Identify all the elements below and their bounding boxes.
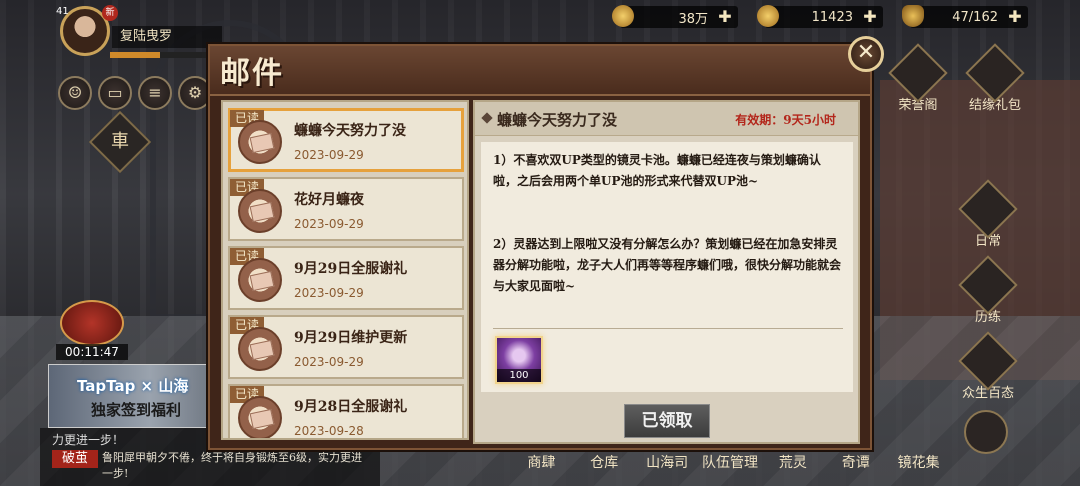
- compass-icon[interactable]: [964, 410, 1008, 454]
- nav-shop[interactable]: 商肆: [510, 452, 573, 482]
- mail-title: 邮件: [220, 56, 284, 91]
- vehicle-badge-char: 車: [111, 131, 129, 152]
- honor-hall-button[interactable]: 荣誉阁: [888, 43, 948, 113]
- mail-detail-title: 蠊蠊今天努力了没: [497, 111, 618, 129]
- gems-value: 11423: [811, 9, 853, 25]
- new-badge: 新: [102, 5, 118, 21]
- training-button[interactable]: 历练: [958, 255, 1018, 325]
- nav-tales[interactable]: 奇谭: [824, 452, 887, 482]
- mail-body[interactable]: 1）不喜欢双UP类型的镜灵卡池。蠊蠊已经连夜与策划蠊确认啦，之后会用两个单UP池…: [481, 142, 853, 392]
- mail-paragraph: 1）不喜欢双UP类型的镜灵卡池。蠊蠊已经连夜与策划蠊确认啦，之后会用两个单UP池…: [493, 153, 821, 188]
- mail-item-date: 2023-09-29: [294, 148, 364, 162]
- daily-button[interactable]: 日常: [958, 179, 1018, 249]
- mail-list: 已读 蠊蠊今天努力了没 2023-09-29 已读 花好月蠊夜 2023-09-…: [221, 100, 469, 440]
- chat-tag: 破茧: [52, 450, 98, 468]
- envelope-icon: [238, 327, 282, 371]
- exp-bar-fill: [110, 52, 160, 58]
- mail-item-date: 2023-09-28: [294, 424, 364, 438]
- taptap-banner[interactable]: TapTap × 山海 独家签到福利: [48, 364, 218, 428]
- mail-detail: 蠊蠊今天努力了没 有效期：9天5小时 1）不喜欢双UP类型的镜灵卡池。蠊蠊已经连…: [473, 100, 860, 444]
- nav-mirror[interactable]: 镜花集: [887, 452, 950, 482]
- mail-item-title: 花好月蠊夜: [294, 192, 364, 208]
- mail-paragraph: 2）灵器达到上限啦又没有分解怎么办？策划蠊已经在加急安排灵器分解功能啦，龙子大人…: [493, 237, 842, 293]
- nav-wild[interactable]: 荒灵: [761, 452, 824, 482]
- mail-item-title: 蠊蠊今天努力了没: [294, 123, 406, 139]
- chat-message: 鲁阳犀甲朝夕不倦，终于将自身锻炼至6级，实力更进一步!: [102, 451, 362, 480]
- mail-item-date: 2023-09-29: [294, 355, 364, 369]
- gem-icon: [757, 5, 779, 27]
- resource-gems: 11423 ✚: [757, 5, 883, 28]
- mail-item[interactable]: 已读 9月29日全服谢礼 2023-09-29: [228, 246, 464, 310]
- coins-value: 38万: [678, 11, 708, 27]
- banner-brand: TapTap × 山海: [77, 377, 189, 395]
- player-level: 41: [56, 6, 69, 17]
- envelope-icon: [238, 120, 282, 164]
- mail-item[interactable]: 已读 花好月蠊夜 2023-09-29: [228, 177, 464, 241]
- beings-log-button[interactable]: 众生百态: [952, 331, 1024, 401]
- resource-coins: 38万 ✚: [612, 5, 738, 28]
- coin-icon: [612, 5, 634, 27]
- close-button[interactable]: ✕: [848, 36, 884, 72]
- add-gems-button[interactable]: ✚: [861, 8, 879, 26]
- mail-item-title: 9月29日全服谢礼: [294, 261, 408, 277]
- diamond-icon: [481, 112, 493, 124]
- add-coins-button[interactable]: ✚: [716, 8, 734, 26]
- mail-item-date: 2023-09-29: [294, 286, 364, 300]
- envelope-icon: [238, 396, 282, 438]
- friends-icon[interactable]: ☺: [58, 76, 92, 110]
- mail-item-title: 9月28日全服谢礼: [294, 399, 408, 415]
- mail-validity: 有效期：9天5小时: [735, 113, 836, 127]
- nav-shanhai[interactable]: 山海司: [636, 452, 699, 482]
- stamina-icon: [902, 5, 924, 27]
- bond-gift-button[interactable]: 结缘礼包: [963, 43, 1027, 113]
- nav-warehouse[interactable]: 仓库: [573, 452, 636, 482]
- event-emblem-icon[interactable]: [60, 300, 124, 346]
- mail-header: 邮件: [210, 46, 870, 96]
- exp-bar: [110, 52, 220, 58]
- mail-item[interactable]: 已读 蠊蠊今天努力了没 2023-09-29: [228, 108, 464, 172]
- chat-line-previous: 力更进一步！: [52, 433, 125, 447]
- claimed-button[interactable]: 已领取: [624, 404, 710, 438]
- reward-count: 100: [497, 369, 541, 382]
- resource-stamina: 47/162 ✚: [902, 5, 1028, 28]
- reward-item-icon[interactable]: 100: [495, 336, 543, 384]
- mail-item[interactable]: 已读 9月29日维护更新 2023-09-29: [228, 315, 464, 379]
- stamina-value: 47/162: [952, 9, 998, 25]
- mail-item[interactable]: 已读 9月28日全服谢礼 2023-09-28: [228, 384, 464, 438]
- add-stamina-button[interactable]: ✚: [1006, 8, 1024, 26]
- envelope-icon: [238, 258, 282, 302]
- mail-item-title: 9月29日维护更新: [294, 330, 408, 346]
- divider: [493, 328, 843, 329]
- mail-detail-header: 蠊蠊今天努力了没 有效期：9天5小时: [475, 102, 858, 136]
- envelope-icon: [238, 189, 282, 233]
- event-timer: 00:11:47: [56, 344, 128, 360]
- list-icon[interactable]: ≡: [138, 76, 172, 110]
- banner-subtitle: 独家签到福利: [91, 401, 182, 419]
- settings-icon[interactable]: ⚙: [178, 76, 212, 110]
- player-name: 复陆曳罗: [112, 26, 222, 48]
- mail-item-date: 2023-09-29: [294, 217, 364, 231]
- bottom-nav: 商肆 仓库 山海司 队伍管理 荒灵 奇谭 镜花集: [510, 452, 950, 482]
- nav-team[interactable]: 队伍管理: [699, 452, 762, 482]
- chat-bubble-icon[interactable]: ▭: [98, 76, 132, 110]
